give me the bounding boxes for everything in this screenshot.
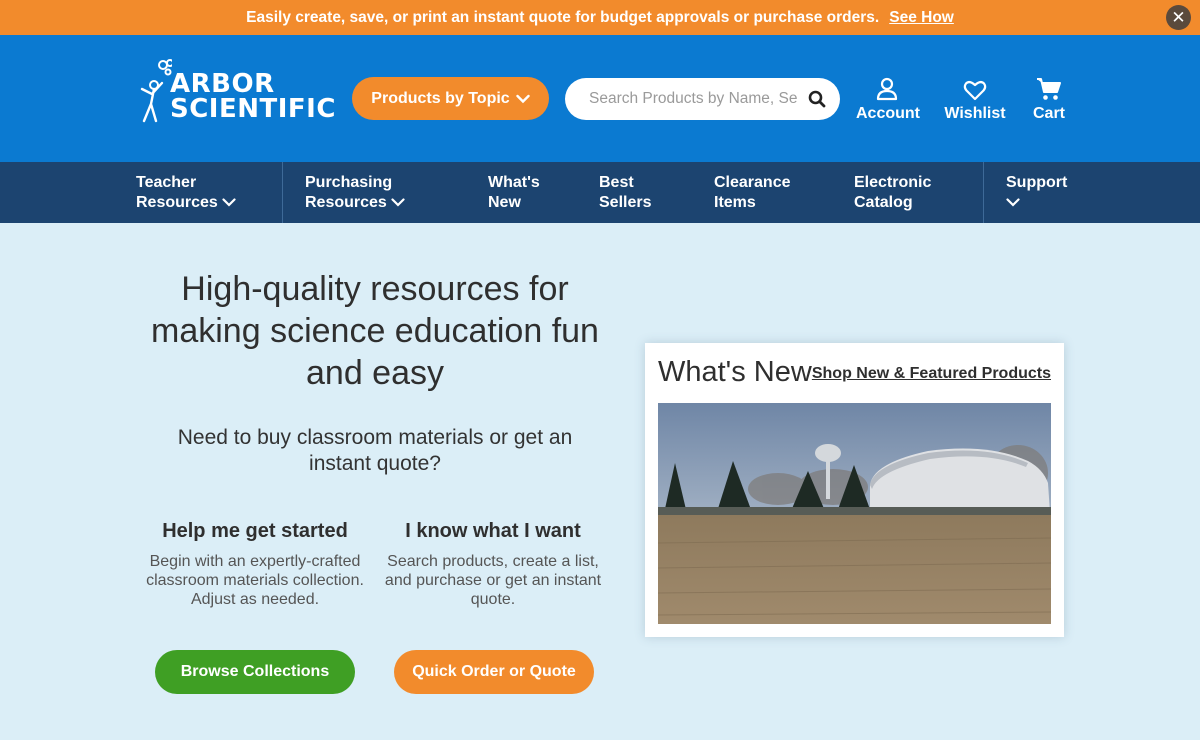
nav-teacher-resources[interactable]: Teacher Resources	[136, 162, 236, 223]
nav-divider	[282, 162, 283, 223]
landscape-thumbnail-image	[658, 403, 1051, 624]
cart-label: Cart	[1032, 105, 1065, 122]
search-icon[interactable]	[806, 88, 828, 110]
wishlist-link[interactable]: Wishlist	[944, 75, 1006, 123]
help-heading: Help me get started	[162, 520, 348, 542]
chevron-down-icon	[222, 198, 236, 207]
help-me-get-started-section: Help me get started Begin with an expert…	[145, 520, 365, 609]
wishlist-label: Wishlist	[944, 105, 1006, 122]
quick-order-button[interactable]: Quick Order or Quote	[394, 650, 594, 694]
nav-label: Support	[1006, 173, 1068, 191]
chevron-down-icon	[391, 198, 405, 207]
nav-whats-new[interactable]: What's New	[488, 162, 540, 223]
nav-electronic-catalog[interactable]: Electronic Catalog	[854, 162, 931, 223]
logo-text: ARBOR SCIENTIFIC	[170, 71, 336, 124]
site-header: ARBOR SCIENTIFIC Products by Topic Accou…	[0, 35, 1200, 162]
nav-best-sellers[interactable]: Best Sellers	[599, 162, 651, 223]
account-link[interactable]: Account	[856, 75, 920, 123]
whats-new-video[interactable]	[658, 403, 1051, 624]
products-by-topic-label: Products by Topic	[371, 89, 510, 107]
main-nav: Teacher Resources Purchasing Resources Wha…	[0, 162, 1200, 223]
know-heading: I know what I want	[405, 520, 581, 542]
scientist-logo-icon	[140, 59, 172, 123]
nav-divider	[983, 162, 984, 223]
browse-collections-button[interactable]: Browse Collections	[155, 650, 355, 694]
promo-see-how-link[interactable]: See How	[889, 9, 954, 27]
promo-banner: Easily create, save, or print an instant…	[0, 0, 1200, 35]
shop-new-featured-link[interactable]: Shop New & Featured Products	[812, 365, 1051, 383]
cart-link[interactable]: Cart	[1030, 75, 1068, 123]
hero-title: High-quality resources for making scienc…	[151, 270, 599, 392]
user-icon	[876, 77, 898, 101]
search-input[interactable]	[589, 90, 806, 108]
nav-label: Items	[714, 193, 756, 211]
nav-label: Resources	[305, 193, 387, 211]
heart-icon	[963, 80, 987, 101]
help-description: Begin with an expertly-crafted classroom…	[146, 553, 364, 608]
nav-clearance-items[interactable]: Clearance Items	[714, 162, 791, 223]
whats-new-title: What's New	[658, 356, 812, 388]
chevron-down-icon	[515, 94, 530, 103]
close-icon[interactable]: ✕	[1166, 5, 1191, 30]
i-know-what-i-want-section: I know what I want Search products, crea…	[383, 520, 603, 609]
account-label: Account	[856, 105, 920, 122]
promo-text: Easily create, save, or print an instant…	[246, 8, 880, 26]
nav-label: New	[488, 193, 521, 211]
nav-label: What's	[488, 173, 540, 191]
nav-label: Catalog	[854, 193, 913, 211]
whats-new-card: What's New Shop New & Featured Products	[645, 343, 1064, 637]
nav-label: Teacher	[136, 173, 197, 191]
nav-label: Best	[599, 173, 634, 191]
search-box	[565, 78, 840, 120]
know-description: Search products, create a list, and purc…	[384, 553, 602, 608]
nav-label: Purchasing	[305, 173, 393, 191]
products-by-topic-button[interactable]: Products by Topic	[352, 77, 549, 120]
nav-label: Resources	[136, 193, 218, 211]
cart-icon	[1037, 78, 1061, 100]
arbor-logo[interactable]: ARBOR SCIENTIFIC	[136, 59, 338, 123]
hero-subtitle: Need to buy classroom materials or get a…	[177, 426, 573, 475]
nav-purchasing-resources[interactable]: Purchasing Resources	[305, 162, 405, 223]
nav-support[interactable]: Support	[1006, 162, 1067, 223]
nav-label: Sellers	[599, 193, 652, 211]
nav-label: Clearance	[714, 173, 791, 191]
logo-line-scientific: SCIENTIFIC	[170, 94, 336, 124]
nav-label: Electronic	[854, 173, 932, 191]
chevron-down-icon	[1006, 198, 1020, 207]
